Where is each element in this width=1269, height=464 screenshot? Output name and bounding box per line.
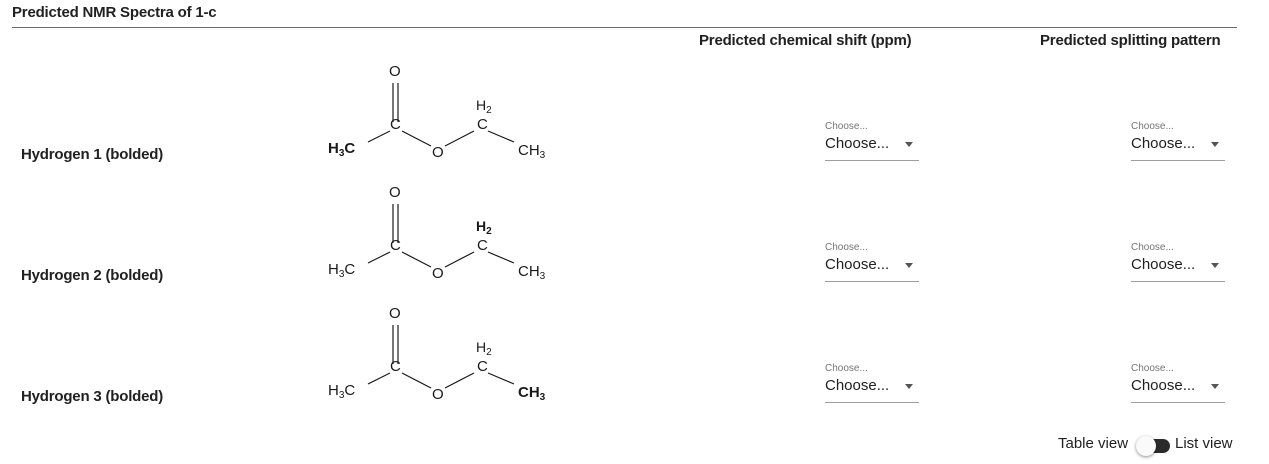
dropdown-caret-icon [905,142,913,147]
atom-carbonyl-carbon: C [390,237,401,254]
column-header-shift: Predicted chemical shift (ppm) [699,32,912,49]
page-title: Predicted NMR Spectra of 1-c [12,4,217,21]
select-label: Choose... [825,121,868,132]
atom-ester-oxygen: O [432,144,444,161]
methylene-hydrogens-bold: H2 [476,218,492,237]
row-label-hydrogen-1: Hydrogen 1 (bolded) [21,146,164,163]
left-methyl-group-bold: H3C [328,140,355,159]
select-label: Choose... [1131,363,1174,374]
table-view-label[interactable]: Table view [1058,435,1128,452]
title-divider [12,27,1237,28]
atom-methylene-carbon: C [477,116,488,133]
atom-carbonyl-oxygen: O [389,305,401,322]
shift-select-hydrogen-1[interactable]: Choose... Choose... [825,121,919,161]
row-label-hydrogen-2: Hydrogen 2 (bolded) [21,267,164,284]
splitting-select-hydrogen-2[interactable]: Choose... Choose... [1131,242,1225,282]
molecule-structure-3: O C O H2 C H3C CH3 [318,302,568,407]
select-underline [1131,160,1225,161]
atom-carbonyl-oxygen: O [389,63,401,80]
dropdown-caret-icon [1211,263,1219,268]
toggle-knob [1136,436,1156,456]
atom-carbonyl-carbon: C [390,116,401,133]
methylene-hydrogens: H2 [476,339,492,358]
view-toggle-switch[interactable] [1136,436,1170,456]
molecule-structure-2: O C O H2 C H3C CH3 [318,181,568,286]
select-label: Choose... [825,242,868,253]
molecule-structure-1: O C O H2 C H3C CH3 [318,60,568,165]
select-underline [1131,402,1225,403]
list-view-label[interactable]: List view [1175,435,1233,452]
dropdown-caret-icon [905,263,913,268]
select-label: Choose... [1131,121,1174,132]
atom-carbonyl-carbon: C [390,358,401,375]
left-methyl-group: H3C [328,382,355,401]
dropdown-caret-icon [1211,384,1219,389]
select-underline [825,402,919,403]
shift-select-hydrogen-2[interactable]: Choose... Choose... [825,242,919,282]
splitting-select-hydrogen-1[interactable]: Choose... Choose... [1131,121,1225,161]
splitting-select-hydrogen-3[interactable]: Choose... Choose... [1131,363,1225,403]
left-methyl-group: H3C [328,261,355,280]
atom-ester-oxygen: O [432,265,444,282]
shift-select-hydrogen-3[interactable]: Choose... Choose... [825,363,919,403]
column-header-splitting: Predicted splitting pattern [1040,32,1221,49]
methylene-hydrogens: H2 [476,97,492,116]
atom-methylene-carbon: C [477,237,488,254]
select-label: Choose... [1131,242,1174,253]
right-methyl-group: CH3 [518,263,546,282]
select-label: Choose... [825,363,868,374]
atom-carbonyl-oxygen: O [389,184,401,201]
dropdown-caret-icon [905,384,913,389]
select-underline [1131,281,1225,282]
select-underline [825,160,919,161]
atom-methylene-carbon: C [477,358,488,375]
right-methyl-group: CH3 [518,142,546,161]
dropdown-caret-icon [1211,142,1219,147]
select-underline [825,281,919,282]
atom-ester-oxygen: O [432,386,444,403]
right-methyl-group-bold: CH3 [518,384,546,403]
row-label-hydrogen-3: Hydrogen 3 (bolded) [21,388,164,405]
